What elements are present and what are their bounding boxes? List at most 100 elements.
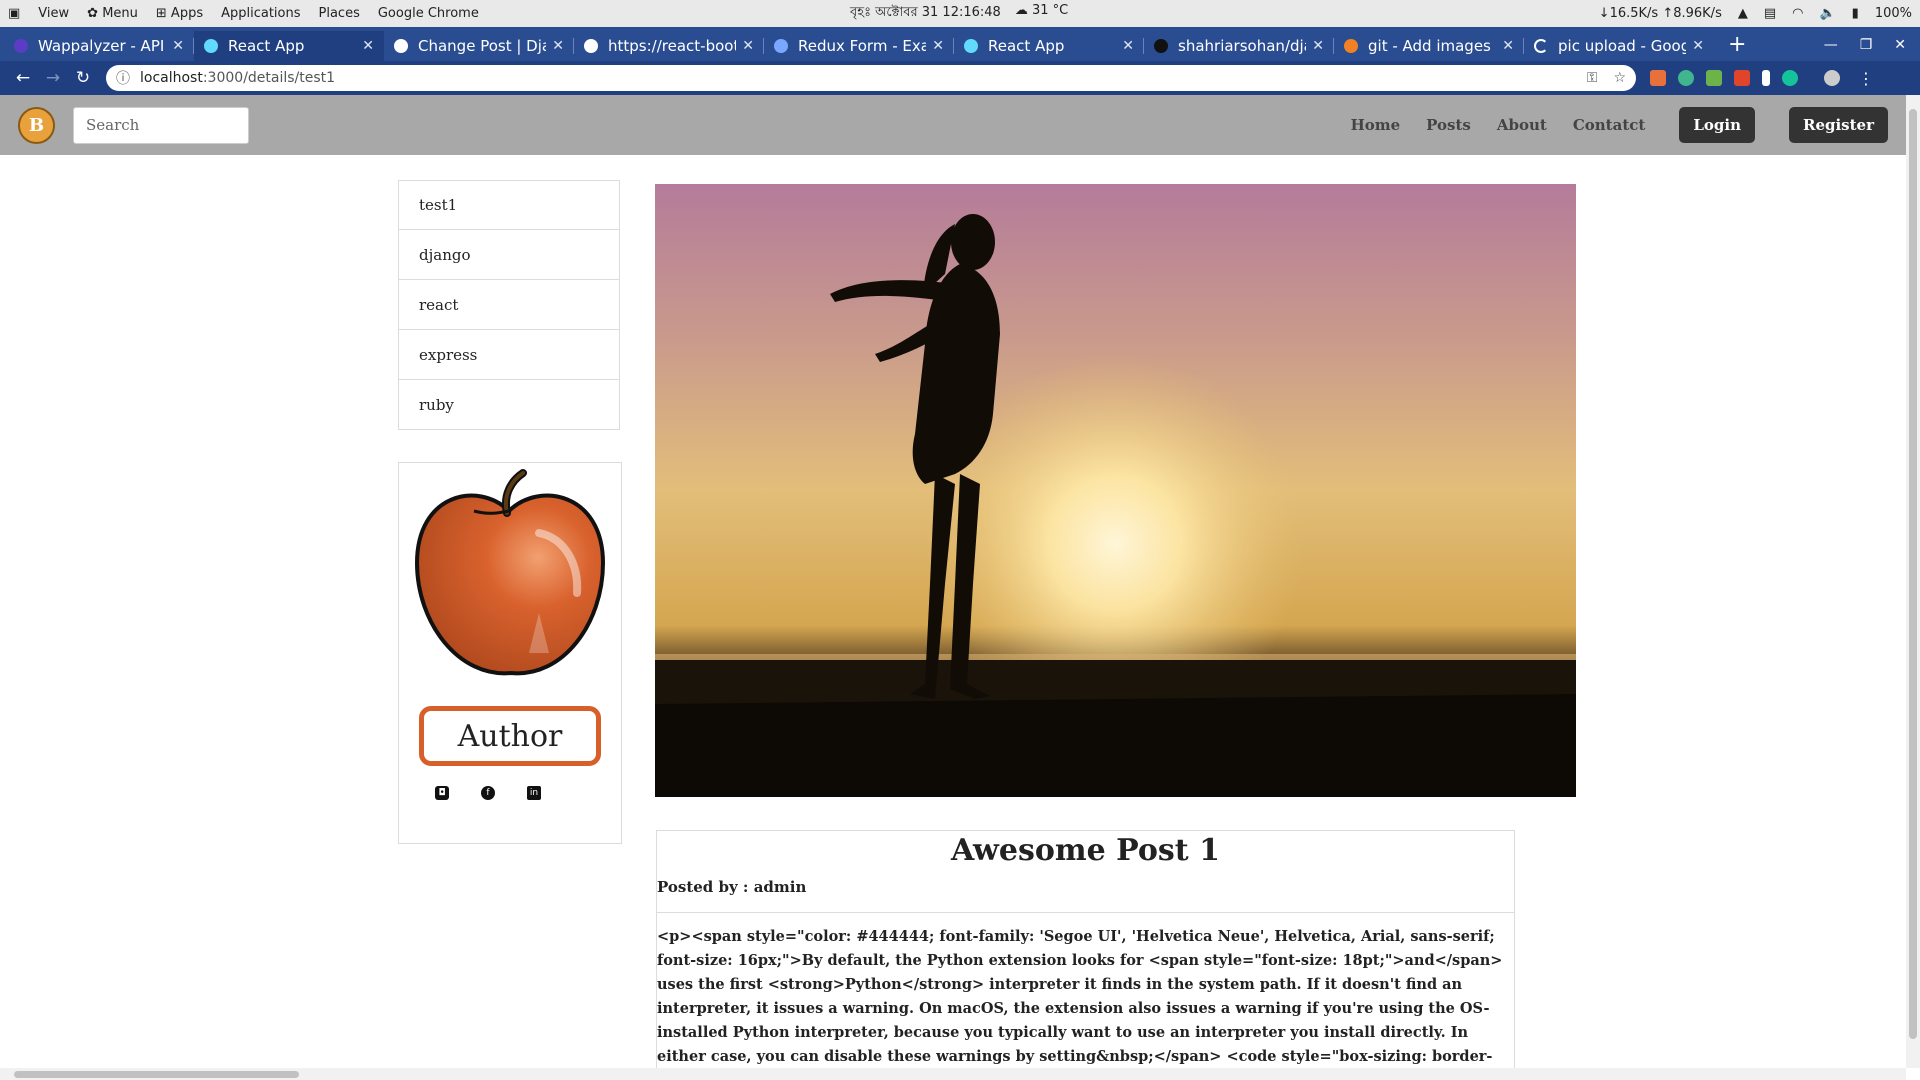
view-menu[interactable]: View: [38, 6, 69, 21]
apps-label: Apps: [170, 6, 204, 21]
scrollbar-thumb[interactable]: [14, 1071, 299, 1078]
activities-icon[interactable]: ▣: [8, 6, 20, 21]
browser-tab[interactable]: https://react-boot ✕: [574, 31, 764, 61]
extension-icon[interactable]: [1650, 70, 1666, 86]
tab-close-icon[interactable]: ✕: [1502, 38, 1514, 54]
browser-tab[interactable]: Change Post | Djan ✕: [384, 31, 574, 61]
extension-icon[interactable]: [1762, 70, 1770, 86]
category-item[interactable]: django: [398, 230, 620, 280]
nav-link-home[interactable]: Home: [1351, 116, 1401, 134]
weather-label: 31 °C: [1031, 3, 1069, 18]
login-button[interactable]: Login: [1679, 107, 1755, 143]
site-navbar: B Search Home Posts About Contatct Login…: [0, 95, 1906, 155]
clipboard-icon[interactable]: ▤: [1764, 6, 1776, 21]
clock[interactable]: বৃহঃ অক্টোবর 31 12:16:48: [850, 3, 1001, 24]
browser-tab[interactable]: Wappalyzer - API ✕: [4, 31, 194, 61]
applications-menu[interactable]: Applications: [221, 6, 300, 21]
post-author: Posted by : admin: [657, 878, 807, 896]
category-item[interactable]: react: [398, 280, 620, 330]
tab-title: React App: [988, 37, 1065, 55]
favicon-icon: [14, 39, 28, 53]
author-card: Author ◘ f in: [398, 462, 622, 844]
cloud-icon: ☁: [1014, 3, 1032, 18]
tab-close-icon[interactable]: ✕: [932, 38, 944, 54]
tab-close-icon[interactable]: ✕: [362, 38, 374, 54]
loading-icon: [1534, 39, 1548, 53]
tab-title: shahriarsohan/dja: [1178, 37, 1307, 55]
category-item[interactable]: test1: [398, 180, 620, 230]
office-icon[interactable]: [1734, 70, 1750, 86]
search-input[interactable]: Search: [73, 106, 249, 144]
volume-icon[interactable]: 🔈: [1819, 6, 1835, 21]
tab-title: Redux Form - Exam: [798, 37, 927, 55]
profile-avatar[interactable]: [1824, 70, 1840, 86]
key-icon[interactable]: ⚿: [1587, 70, 1598, 86]
author-button[interactable]: Author: [419, 706, 601, 766]
facebook-icon[interactable]: f: [481, 786, 495, 800]
forward-icon[interactable]: →: [38, 68, 68, 88]
category-item[interactable]: ruby: [398, 380, 620, 430]
menu-button[interactable]: ✿ Menu: [87, 6, 138, 21]
globe-icon: [584, 39, 598, 53]
scrollbar-thumb[interactable]: [1909, 109, 1917, 1039]
grammarly-icon[interactable]: [1782, 70, 1798, 86]
browser-tab[interactable]: pic upload - Googl ✕: [1524, 31, 1714, 61]
horizontal-scrollbar[interactable]: [0, 1068, 1906, 1080]
tab-close-icon[interactable]: ✕: [1692, 38, 1704, 54]
browser-menu-icon[interactable]: ⋮: [1858, 69, 1874, 88]
extension-icon[interactable]: [1678, 70, 1694, 86]
logo-letter: B: [28, 114, 45, 136]
browser-tab-active[interactable]: React App ✕: [194, 31, 384, 61]
sunset-silhouette-image: [655, 184, 1576, 797]
tab-close-icon[interactable]: ✕: [742, 38, 754, 54]
system-top-bar: ▣ View ✿ Menu ⊞ Apps Applications Places…: [0, 0, 1920, 27]
apple-image: [414, 469, 606, 676]
new-tab-button[interactable]: +: [1728, 32, 1746, 57]
menu-label: Menu: [102, 6, 138, 21]
reload-icon[interactable]: ↻: [68, 68, 98, 88]
extension-icon[interactable]: [1706, 70, 1722, 86]
browser-tab[interactable]: shahriarsohan/dja ✕: [1144, 31, 1334, 61]
vertical-scrollbar[interactable]: [1906, 95, 1920, 1068]
tab-close-icon[interactable]: ✕: [1122, 38, 1134, 54]
redux-form-icon: [774, 39, 788, 53]
category-item[interactable]: express: [398, 330, 620, 380]
info-icon[interactable]: ⓘ: [116, 68, 130, 88]
tab-title: https://react-boot: [608, 37, 737, 55]
close-window-icon[interactable]: ✕: [1894, 37, 1906, 53]
register-button[interactable]: Register: [1788, 107, 1888, 143]
minimize-icon[interactable]: —: [1824, 37, 1838, 53]
site-logo[interactable]: B: [18, 106, 55, 144]
tab-close-icon[interactable]: ✕: [1312, 38, 1324, 54]
github-icon[interactable]: ◘: [435, 786, 449, 800]
active-app-name[interactable]: Google Chrome: [378, 6, 479, 21]
react-icon: [204, 39, 218, 53]
social-links: ◘ f in: [435, 786, 541, 800]
browser-tab[interactable]: React App ✕: [954, 31, 1144, 61]
network-speed: ↓16.5K/s ↑8.96K/s: [1598, 6, 1722, 21]
post-title: Awesome Post 1: [951, 833, 1220, 868]
nav-link-about[interactable]: About: [1497, 116, 1547, 134]
browser-tab[interactable]: git - Add images to ✕: [1334, 31, 1524, 61]
tab-title: Change Post | Djan: [418, 37, 546, 55]
tab-title: React App: [228, 37, 305, 55]
weather[interactable]: ☁ 31 °C: [1015, 3, 1068, 24]
places-menu[interactable]: Places: [319, 6, 360, 21]
bookmark-star-icon[interactable]: ☆: [1613, 70, 1626, 86]
browser-tab[interactable]: Redux Form - Exam ✕: [764, 31, 954, 61]
url-host: localhost: [140, 70, 203, 86]
gnome-icon: ✿: [87, 6, 103, 21]
apps-button[interactable]: ⊞ Apps: [156, 6, 203, 21]
wifi-icon[interactable]: ◠: [1792, 6, 1803, 21]
restore-icon[interactable]: ❐: [1860, 37, 1873, 53]
battery-icon[interactable]: ▮: [1852, 6, 1859, 21]
tab-close-icon[interactable]: ✕: [172, 38, 184, 54]
linkedin-icon[interactable]: in: [527, 786, 541, 800]
tab-close-icon[interactable]: ✕: [552, 38, 564, 54]
nav-link-contact[interactable]: Contatct: [1573, 116, 1646, 134]
upload-icon[interactable]: ▲: [1738, 6, 1748, 21]
browser-tab-strip: Wappalyzer - API ✕ React App ✕ Change Post…: [0, 27, 1920, 61]
address-bar[interactable]: ⓘ localhost:3000/details/test1 ⚿ ☆: [106, 65, 1636, 91]
back-icon[interactable]: ←: [8, 68, 38, 88]
nav-link-posts[interactable]: Posts: [1426, 116, 1471, 134]
